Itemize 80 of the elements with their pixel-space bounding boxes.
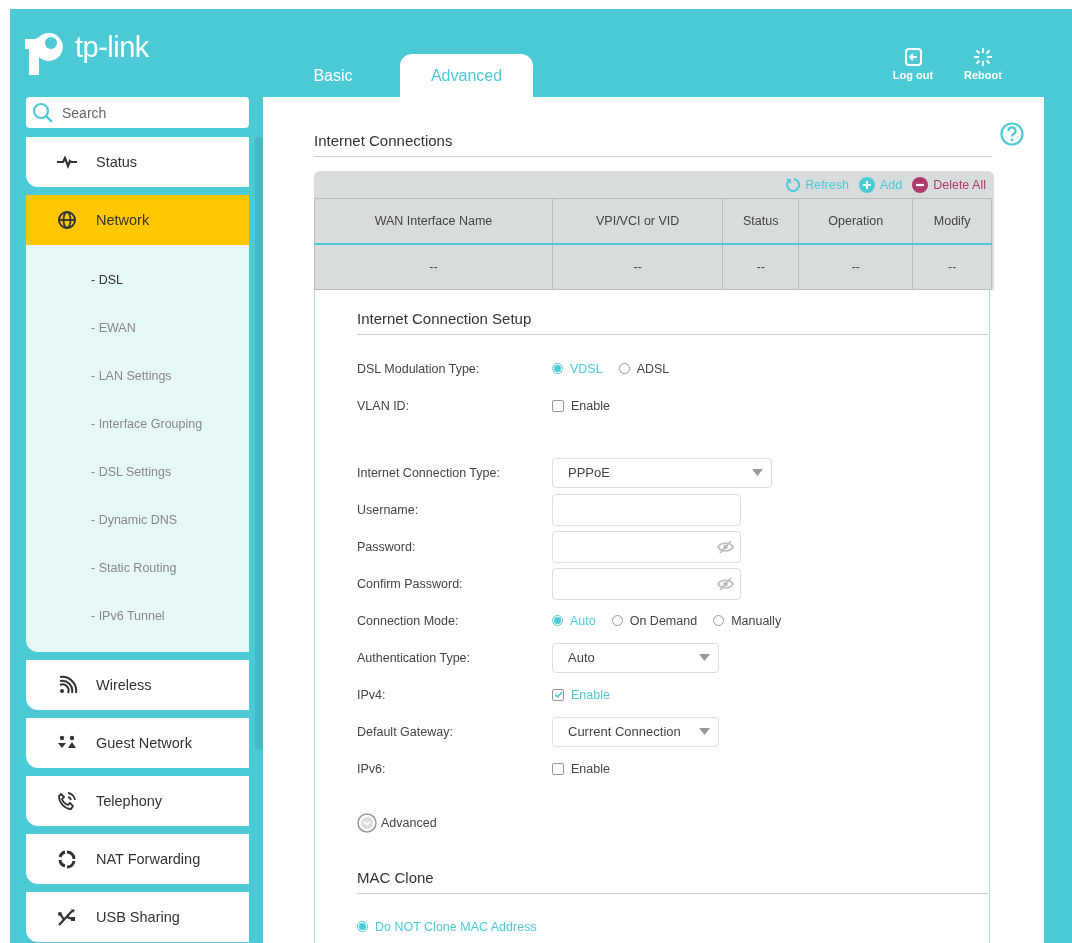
nav-item[interactable]: Status [26,137,249,187]
field-label: VLAN ID: [357,398,411,413]
checkbox[interactable] [552,762,564,775]
submenu-item[interactable]: - Interface Grouping [91,417,203,431]
radio-button[interactable] [357,921,368,932]
scrollbar[interactable] [255,137,263,750]
checkmark-icon [553,690,563,699]
chevron-down-icon [357,813,377,833]
nav-item[interactable]: Telephony [26,776,249,826]
spinner-icon [973,47,993,67]
submenu-item[interactable]: - IPv6 Tunnel [91,609,165,623]
option-label[interactable]: Manually [731,613,782,628]
table-cell: -- [552,244,723,290]
column-header: Operation [798,198,913,244]
phone-icon [56,791,78,811]
field-label: Username: [357,502,420,517]
add-icon [858,176,875,193]
submenu-item[interactable]: - DSL Settings [91,465,172,479]
field-label: Authentication Type: [357,650,472,665]
dropdown[interactable]: Auto [552,642,719,673]
remove-icon [912,176,929,193]
field-label: IPv4: [357,687,387,702]
field-label: Confirm Password: [357,576,464,591]
search-bar[interactable]: Search [26,97,249,128]
field-label: Internet Connection Type: [357,465,501,480]
submenu-item[interactable]: - DSL [91,273,123,287]
input-field[interactable] [552,530,741,563]
dropdown[interactable]: PPPoE [552,457,772,488]
caret-icon [752,469,763,476]
section-title: MAC Clone [357,869,988,894]
field-label: Default Gateway: [357,724,454,739]
nav-item[interactable]: USB Sharing [26,892,249,942]
section-title: Internet Connections [314,126,992,157]
field-label: Password: [357,539,417,554]
caret-icon [699,728,710,735]
nav-item[interactable]: Wireless [26,660,249,710]
field-label: IPv6: [357,761,387,776]
option-label[interactable]: Enable [571,761,610,776]
logout-icon [903,47,923,67]
help-icon [1000,122,1024,146]
submenu-item[interactable]: - Dynamic DNS [91,513,178,527]
globe-icon [56,210,78,230]
table-cell: -- [314,244,553,290]
input-field[interactable] [552,567,741,600]
search-field[interactable]: Search [62,97,249,128]
option-label[interactable]: Enable [571,398,610,413]
column-header: Modify [912,198,992,244]
radio-button[interactable] [552,615,563,626]
caret-icon [699,654,710,661]
column-header: Status [722,198,799,244]
dropdown[interactable]: Current Connection [552,716,719,747]
refresh-icon [784,176,801,193]
nav-item[interactable]: NAT Forwarding [26,834,249,884]
option-label[interactable]: On Demand [629,613,698,628]
checkbox[interactable] [552,688,564,701]
submenu-item[interactable]: - Static Routing [91,561,177,575]
submenu-item[interactable]: - LAN Settings [91,369,172,383]
table-cell: -- [722,244,799,290]
checkbox[interactable] [552,399,564,412]
input-field[interactable] [552,493,741,526]
nav-item[interactable]: Network [26,195,249,245]
logo-text: tp-link [75,31,149,64]
field-label: DSL Modulation Type: [357,361,481,376]
column-header: VPI/VCI or VID [552,198,723,244]
delete-button[interactable]: Delete All [912,176,986,193]
radio-button[interactable] [552,363,563,374]
nav-item[interactable]: Guest Network [26,718,249,768]
table-cell: -- [798,244,913,290]
field-label: Connection Mode: [357,613,460,628]
option-label[interactable]: ADSL [636,361,670,376]
table-cell: -- [912,244,992,290]
cycle-icon [56,849,78,869]
search-icon [32,101,54,124]
eye-slash-icon [717,576,734,591]
column-header: WAN Interface Name [314,198,553,244]
usb-icon [56,907,78,927]
section-title: Internet Connection Setup [357,310,988,335]
eye-slash-icon [717,539,734,554]
advanced-toggle[interactable]: Advanced [357,813,437,833]
submenu-item[interactable]: - EWAN [91,321,136,335]
